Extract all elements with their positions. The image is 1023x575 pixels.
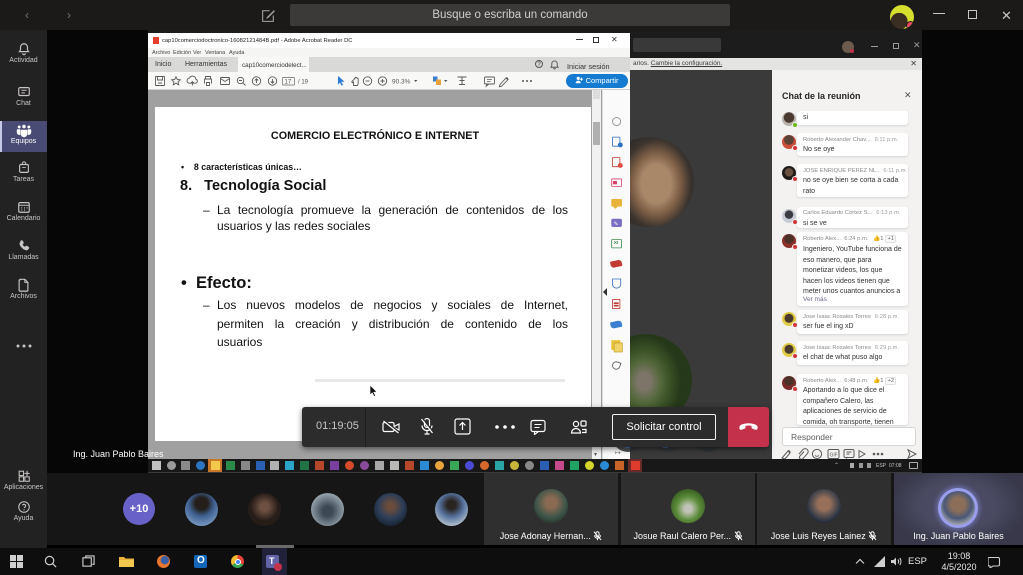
svg-text:17: 17: [285, 80, 292, 86]
svg-text:/ 19: / 19: [298, 80, 309, 86]
svg-text:GIF: GIF: [830, 453, 838, 459]
svg-text:90.3%: 90.3%: [392, 79, 411, 86]
